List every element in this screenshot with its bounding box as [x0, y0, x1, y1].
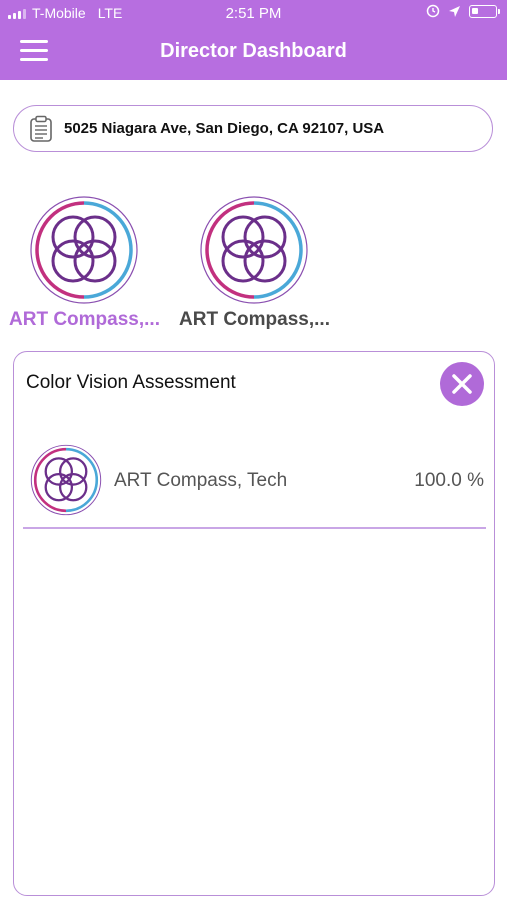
- app-header: T-Mobile LTE 2:51 PM Director Dashboard: [0, 0, 507, 80]
- status-right: [426, 4, 500, 18]
- assessment-panel: Color Vision Assessment ART Compass, Tec…: [13, 351, 495, 896]
- status-bar: T-Mobile LTE 2:51 PM: [0, 0, 507, 28]
- alarm-icon: [426, 4, 440, 18]
- result-row[interactable]: ART Compass, Tech 100.0 %: [14, 442, 494, 522]
- entity-tile-1[interactable]: ART Compass,...: [9, 195, 179, 340]
- row-divider: [23, 527, 486, 529]
- art-compass-logo-icon: [30, 444, 102, 516]
- entity-label: ART Compass,...: [9, 309, 160, 330]
- entity-label: ART Compass,...: [179, 309, 330, 330]
- entity-tile-2[interactable]: ART Compass,...: [179, 195, 349, 340]
- art-compass-logo-icon: [200, 196, 308, 304]
- close-icon: [452, 374, 472, 394]
- result-row-label: ART Compass, Tech: [114, 470, 288, 491]
- battery-icon: [469, 4, 500, 18]
- location-icon: [449, 5, 460, 17]
- address-text: 5025 Niagara Ave, San Diego, CA 92107, U…: [64, 120, 385, 137]
- page-title: Director Dashboard: [160, 40, 347, 62]
- address-field[interactable]: 5025 Niagara Ave, San Diego, CA 92107, U…: [13, 105, 493, 152]
- art-compass-logo-icon: [30, 196, 138, 304]
- result-row-value: 100.0 %: [414, 470, 484, 491]
- clipboard-icon: [30, 115, 52, 142]
- panel-title: Color Vision Assessment: [26, 372, 236, 393]
- close-button[interactable]: [440, 362, 484, 406]
